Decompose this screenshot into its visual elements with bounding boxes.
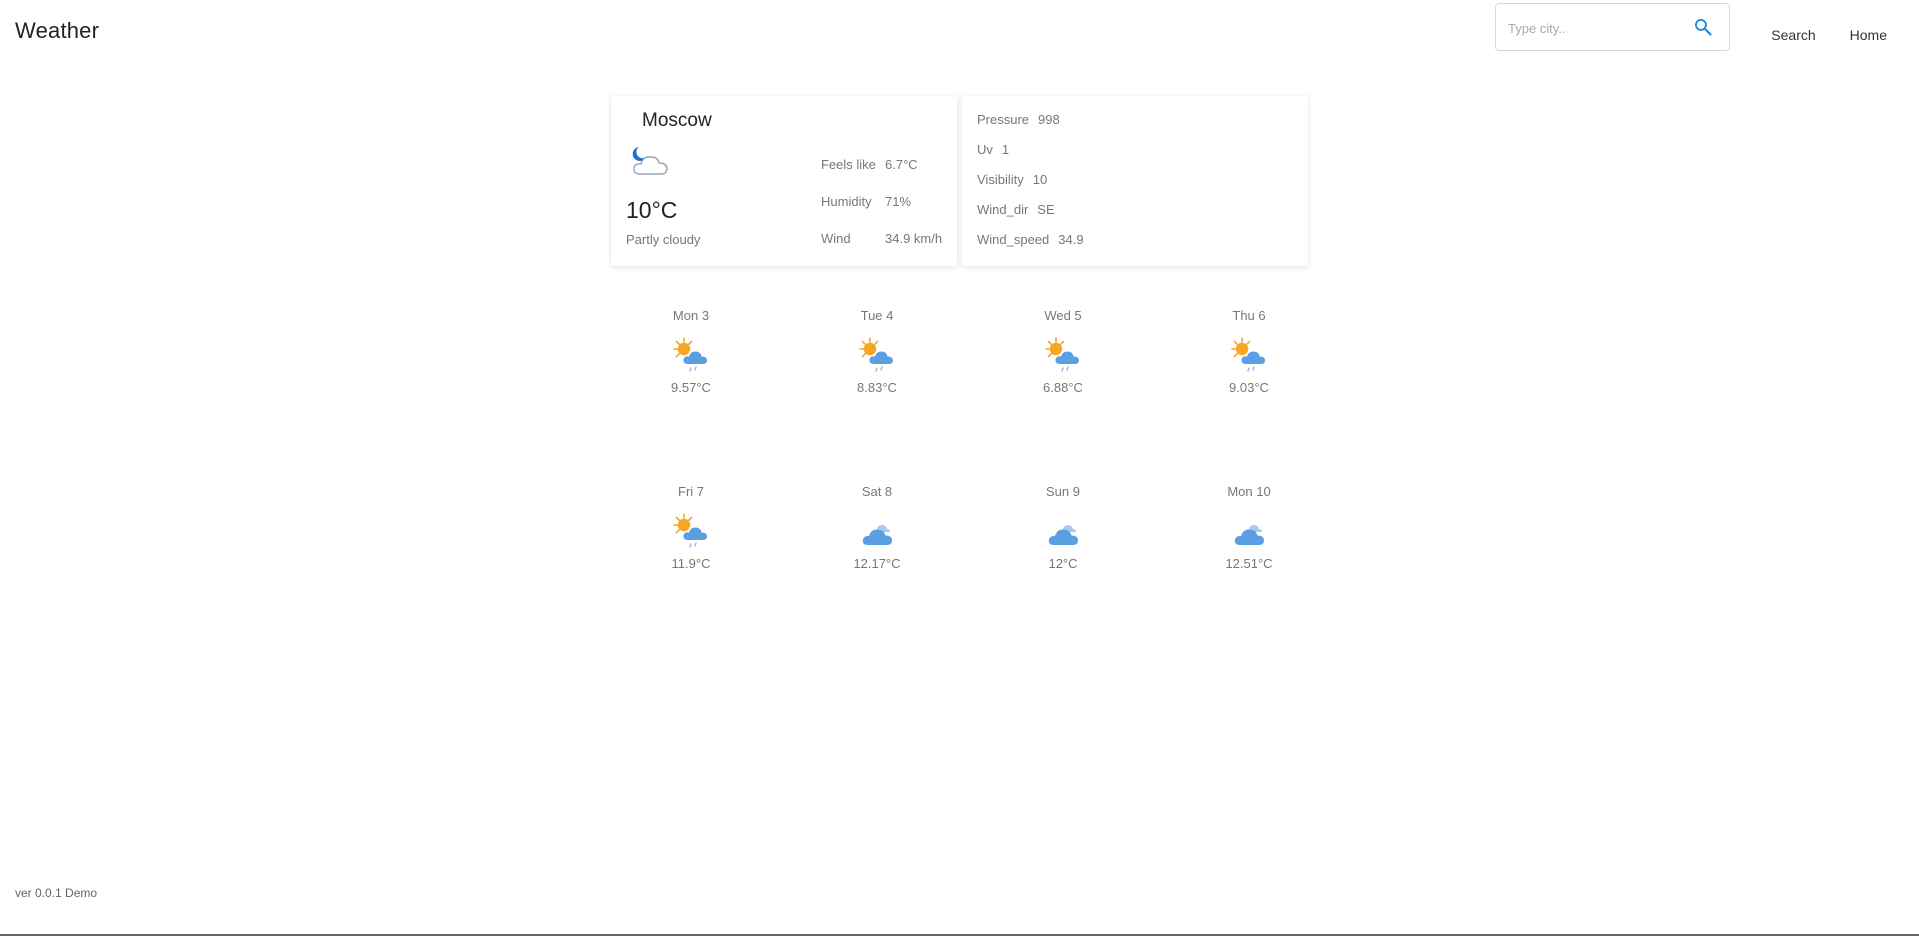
forecast-day-item: Fri 7 11.9°C: [631, 484, 751, 571]
forecast-day: Sat 8: [861, 484, 893, 499]
moon-cloud-icon: [632, 147, 668, 175]
cloudy-icon: [1227, 510, 1271, 554]
forecast-temp: 6.88°C: [1043, 380, 1083, 395]
detail-visibility: Visibility 10: [977, 172, 1084, 202]
forecast-day: Thu 6: [1232, 308, 1266, 323]
metric-wind: Wind 34.9 km/h: [821, 231, 942, 268]
sun-cloud-rain-icon: [855, 334, 899, 378]
app-title: Weather: [15, 18, 100, 43]
current-weather-card: Moscow 10°C Partly cloudy Feels like 6.7…: [611, 96, 957, 266]
metric-label: Wind: [821, 231, 851, 246]
nav-bar: Search Home: [1771, 27, 1887, 43]
weather-app: Weather Search Home Moscow 10°C Partly c…: [0, 0, 1919, 936]
metric-value: 34.9 km/h: [885, 231, 943, 246]
search-icon[interactable]: [1693, 17, 1713, 37]
current-temperature: 10°C: [626, 197, 678, 223]
forecast-day: Sun 9: [1046, 484, 1080, 499]
metric-label: Feels like: [821, 157, 876, 172]
detail-uv: Uv 1: [977, 142, 1084, 172]
detail-wind-dir: Wind_dir SE: [977, 202, 1084, 232]
forecast-temp: 12°C: [1048, 556, 1078, 571]
forecast-day-item: Sat 8 12.17°C: [817, 484, 937, 571]
detail-label: Visibility: [977, 172, 1024, 187]
detail-value: SE: [1037, 202, 1055, 217]
search-box: [1495, 3, 1730, 51]
forecast-temp: 12.51°C: [1225, 556, 1273, 571]
current-condition: Partly cloudy: [626, 232, 701, 247]
forecast-day-item: Sun 9 12°C: [1003, 484, 1123, 571]
detail-label: Wind_speed: [977, 232, 1050, 247]
forecast-temp: 11.9°C: [671, 556, 711, 571]
cloudy-icon: [855, 510, 899, 554]
detail-value: 1: [1001, 142, 1010, 157]
forecast-day-item: Mon 10 12.51°C: [1189, 484, 1309, 571]
forecast-day-item: Mon 3 9.57°C: [631, 308, 751, 395]
forecast-day-item: Thu 6 9.03°C: [1189, 308, 1309, 395]
forecast-temp: 9.57°C: [671, 380, 711, 395]
forecast-temp: 12.17°C: [853, 556, 901, 571]
forecast-day-item: Tue 4 8.83°C: [817, 308, 937, 395]
detail-label: Uv: [977, 142, 993, 157]
details-list: Pressure 998 Uv 1 Visibility 10 Wind_dir…: [977, 112, 1084, 262]
sun-cloud-rain-icon: [669, 510, 713, 554]
forecast-day: Mon 3: [672, 308, 710, 323]
header: Weather Search Home: [0, 0, 1919, 64]
weather-details-card: Pressure 998 Uv 1 Visibility 10 Wind_dir…: [962, 96, 1308, 266]
nav-search-link[interactable]: Search: [1771, 27, 1815, 43]
forecast-day: Fri 7: [678, 484, 704, 499]
version-label: ver 0.0.1 Demo: [15, 886, 98, 900]
current-metrics: Feels like 6.7°C Humidity 71% Wind 34.9 …: [821, 157, 942, 268]
forecast-day: Wed 5: [1044, 308, 1082, 323]
city-search-input[interactable]: [1506, 16, 1680, 40]
detail-label: Wind_dir: [977, 202, 1029, 217]
forecast-day-item: Wed 5 6.88°C: [1003, 308, 1123, 395]
forecast-day: Mon 10: [1227, 484, 1271, 499]
metric-value: 6.7°C: [885, 157, 918, 172]
forecast-day: Tue 4: [860, 308, 894, 323]
metric-humidity: Humidity 71%: [821, 194, 942, 231]
detail-value: 34.9: [1058, 232, 1084, 247]
nav-home-link[interactable]: Home: [1850, 27, 1887, 43]
sun-cloud-rain-icon: [1041, 334, 1085, 378]
metric-feels-like: Feels like 6.7°C: [821, 157, 942, 194]
city-name: Moscow: [642, 110, 712, 131]
sun-cloud-rain-icon: [1227, 334, 1271, 378]
detail-wind-speed: Wind_speed 34.9: [977, 232, 1084, 262]
forecast-temp: 9.03°C: [1229, 380, 1269, 395]
sun-cloud-rain-icon: [669, 334, 713, 378]
cloudy-icon: [1041, 510, 1085, 554]
metric-label: Humidity: [821, 194, 872, 209]
detail-value: 10: [1032, 172, 1048, 187]
forecast-temp: 8.83°C: [857, 380, 897, 395]
detail-pressure: Pressure 998: [977, 112, 1084, 142]
metric-value: 71%: [885, 194, 912, 209]
detail-label: Pressure: [977, 112, 1030, 127]
detail-value: 998: [1038, 112, 1060, 127]
